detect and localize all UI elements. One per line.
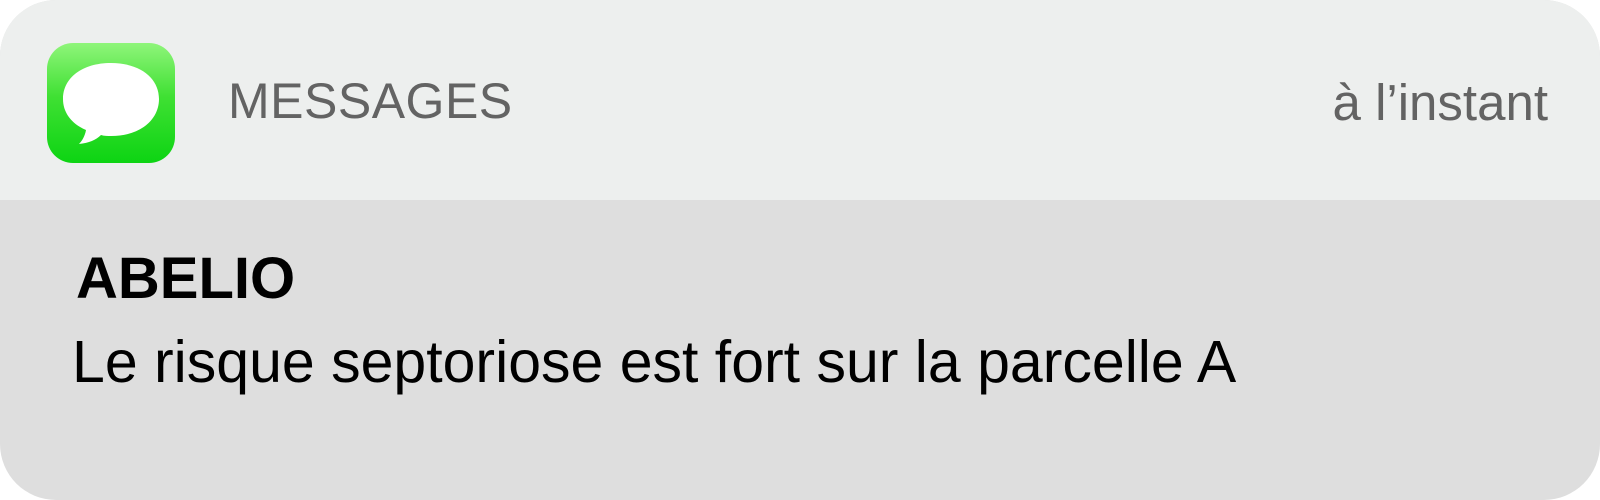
message-notification[interactable]: MESSAGES à l’instant ABELIO Le risque se… (0, 0, 1600, 500)
messages-app-icon (47, 43, 175, 163)
notification-body: ABELIO Le risque septoriose est fort sur… (0, 200, 1600, 500)
app-name: MESSAGES (228, 73, 513, 129)
message-sender: ABELIO (76, 246, 296, 311)
speech-bubble-icon (63, 63, 159, 144)
notification-header: MESSAGES à l’instant (0, 0, 1600, 200)
notification-timestamp: à l’instant (1332, 74, 1548, 131)
message-preview: Le risque septoriose est fort sur la par… (72, 329, 1237, 395)
